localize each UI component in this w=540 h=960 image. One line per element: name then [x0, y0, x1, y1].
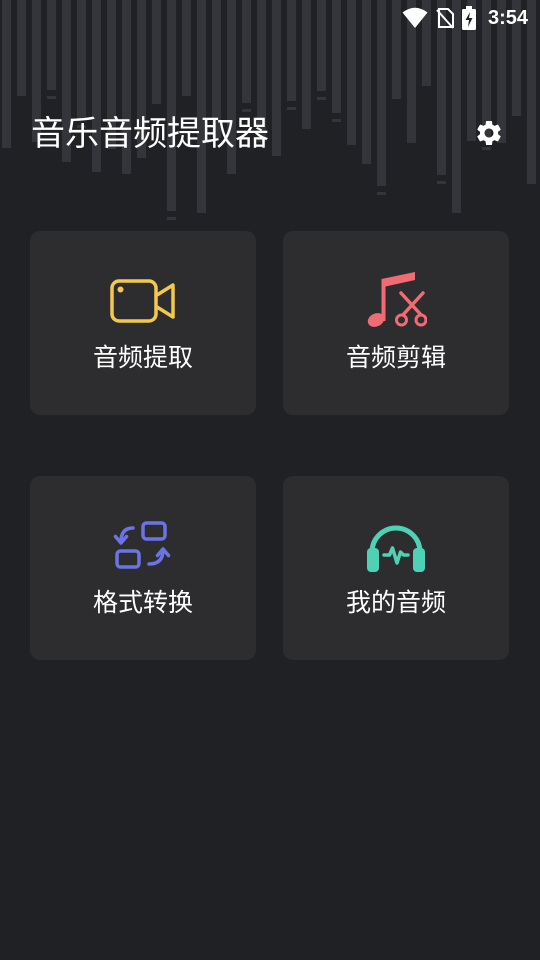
app-title: 音乐音频提取器 [31, 114, 269, 154]
no-sim-icon [436, 7, 454, 29]
format-convert-label: 格式转换 [92, 588, 193, 617]
status-bar: 3:54 [0, 0, 540, 36]
audio-extract-card[interactable]: 音频提取 [30, 231, 256, 415]
main-screen: 3:54 音乐音频提取器 音频提取 音频剪辑 格式转换 我的音频 [0, 0, 540, 960]
audio-edit-card[interactable]: 音频剪辑 [283, 231, 509, 415]
gear-icon [477, 121, 501, 145]
status-icons: 3:54 [402, 5, 528, 31]
format-convert-card[interactable]: 格式转换 [30, 476, 256, 660]
video-camera-icon [108, 271, 178, 331]
battery-charging-icon [461, 6, 476, 30]
music-note-scissors-icon [361, 271, 431, 331]
wifi-icon [402, 7, 428, 29]
status-time: 3:54 [487, 7, 528, 29]
my-audio-card[interactable]: 我的音频 [283, 476, 509, 660]
audio-extract-label: 音频提取 [92, 343, 193, 372]
my-audio-label: 我的音频 [345, 588, 446, 617]
headphones-waveform-icon [361, 516, 431, 576]
swap-boxes-icon [108, 516, 178, 576]
audio-edit-label: 音频剪辑 [345, 343, 446, 372]
settings-button[interactable] [470, 114, 508, 152]
